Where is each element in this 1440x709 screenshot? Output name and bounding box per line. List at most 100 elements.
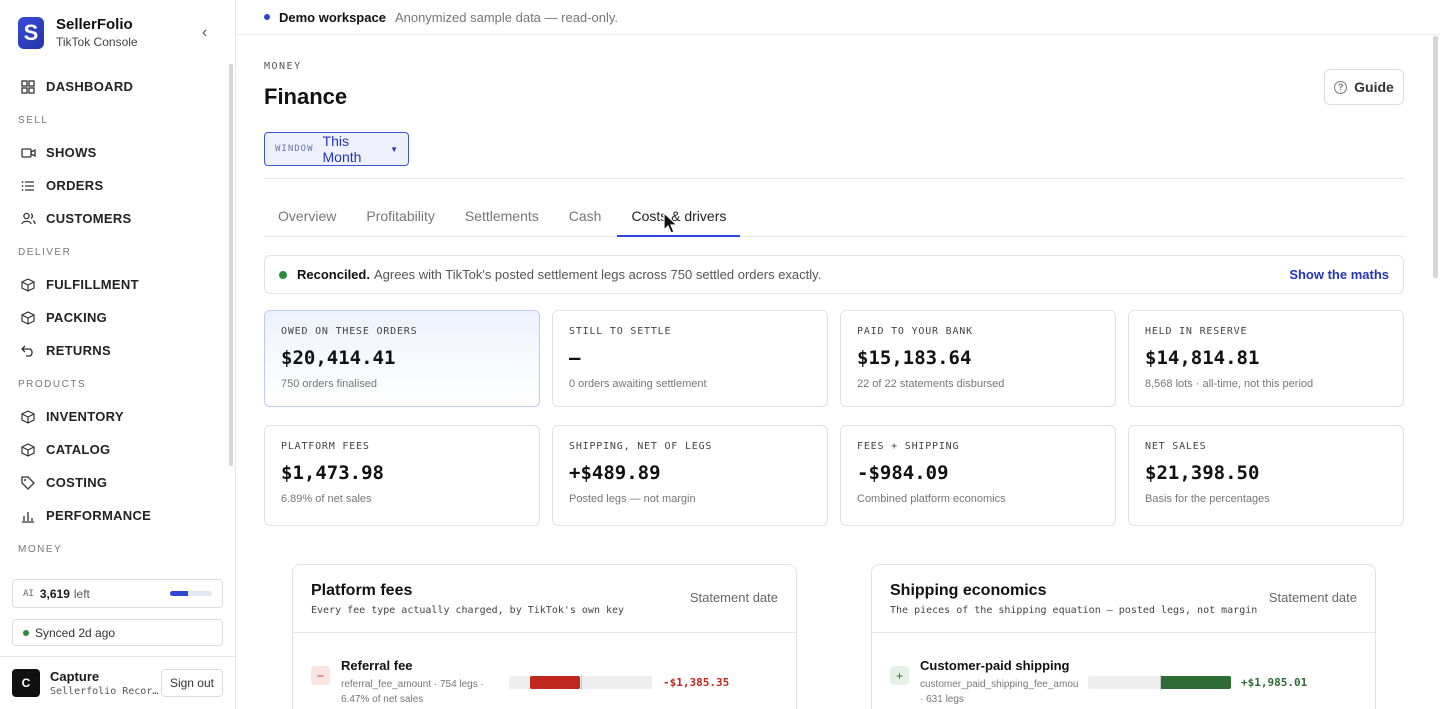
sidebar-item-packing[interactable]: PACKING <box>0 301 228 334</box>
kpi-card-still-to-settle[interactable]: STILL TO SETTLE — 0 orders awaiting sett… <box>552 310 828 407</box>
status-dot <box>23 629 29 636</box>
kpi-label: SHIPPING, NET OF LEGS <box>569 441 713 452</box>
ai-credits-bar <box>170 591 212 596</box>
nav-section-deliver: DELIVER <box>18 247 72 258</box>
sidebar-item-label: CUSTOMERS <box>46 211 132 226</box>
kpi-value: +$489.89 <box>569 462 661 484</box>
demo-title: Demo workspace <box>279 9 386 25</box>
main-scrollbar[interactable] <box>1433 36 1438 278</box>
collapse-sidebar-icon[interactable]: ‹ <box>202 24 207 42</box>
box-icon <box>20 409 36 425</box>
tab-settlements[interactable]: Settlements <box>451 199 553 237</box>
ai-credits-fill <box>170 591 188 596</box>
users-icon <box>20 211 36 227</box>
platform-fees-card: Platform fees Every fee type actually ch… <box>292 564 797 709</box>
brand[interactable]: S SellerFolio TikTok Console <box>18 16 138 49</box>
minus-icon: − <box>311 666 330 685</box>
tab-cash[interactable]: Cash <box>555 199 616 237</box>
ai-credits-suffix: left <box>73 586 90 601</box>
sidebar-item-shows[interactable]: SHOWS <box>0 136 228 169</box>
tag-icon <box>20 475 36 491</box>
row-value: -$1,385.35 <box>663 676 730 689</box>
kpi-sub: 8,568 lots · all-time, not this period <box>1145 378 1314 390</box>
window-value: This Month <box>322 133 362 165</box>
kpi-sub: 22 of 22 statements disbursed <box>857 378 1005 390</box>
bar-chart-icon <box>20 508 36 524</box>
row-subtitle: referral_fee_amount · 754 legs · 6.47% o… <box>341 679 484 705</box>
tab-overview[interactable]: Overview <box>264 199 350 237</box>
sync-status[interactable]: Synced 2d ago <box>12 619 223 646</box>
card-subtitle: The pieces of the shipping equation — po… <box>890 605 1258 616</box>
sync-status-text: Synced 2d ago <box>35 625 116 640</box>
kpi-value: $14,814.81 <box>1145 347 1260 369</box>
user-panel: C Capture Sellerfolio Recor… Sign out <box>0 656 235 709</box>
help-icon: ? <box>1334 80 1348 94</box>
sidebar-item-label: ORDERS <box>46 178 104 193</box>
kpi-value: $1,473.98 <box>281 462 384 484</box>
reconciled-label: Reconciled. <box>297 267 370 282</box>
plus-icon: + <box>890 666 909 685</box>
show-maths-link[interactable]: Show the maths <box>1289 267 1389 282</box>
sidebar-item-label: CATALOG <box>46 442 111 457</box>
kpi-label: PLATFORM FEES <box>281 441 370 452</box>
sidebar-item-label: INVENTORY <box>46 409 124 424</box>
kpi-card-fees-shipping[interactable]: FEES + SHIPPING -$984.09 Combined platfo… <box>840 425 1116 526</box>
sidebar: S SellerFolio TikTok Console ‹ DASHBOARD… <box>0 0 236 709</box>
avatar[interactable]: C <box>12 669 40 697</box>
fee-row[interactable]: − Referral fee referral_fee_amount · 754… <box>293 633 796 709</box>
demo-banner: Demo workspace Anonymized sample data — … <box>236 0 1440 35</box>
statement-date-filter[interactable]: Statement date <box>1269 590 1357 605</box>
brand-name: SellerFolio <box>56 16 133 33</box>
sidebar-item-returns[interactable]: RETURNS <box>0 334 228 367</box>
sidebar-scrollbar[interactable] <box>229 64 233 466</box>
sidebar-nav: DASHBOARD SELL SHOWS ORDERS CUSTOMERS DE… <box>0 70 228 565</box>
shipping-bar-fill <box>1160 676 1231 689</box>
guide-button[interactable]: ? Guide <box>1324 69 1404 105</box>
card-subtitle: Every fee type actually charged, by TikT… <box>311 605 625 616</box>
row-value: +$1,985.01 <box>1241 676 1308 689</box>
kpi-label: PAID TO YOUR BANK <box>857 326 973 337</box>
kpi-card-paid-to-bank[interactable]: PAID TO YOUR BANK $15,183.64 22 of 22 st… <box>840 310 1116 407</box>
sidebar-item-orders[interactable]: ORDERS <box>0 169 228 202</box>
shipping-row[interactable]: + Customer-paid shipping customer_paid_s… <box>872 633 1375 709</box>
sign-out-button[interactable]: Sign out <box>160 669 223 697</box>
kpi-card-owed[interactable]: OWED ON THESE ORDERS $20,414.41 750 orde… <box>264 310 540 407</box>
kpi-value: $20,414.41 <box>281 347 396 369</box>
sidebar-item-label: DASHBOARD <box>46 79 134 94</box>
nav-section-sell: SELL <box>18 115 49 126</box>
box-icon <box>20 442 36 458</box>
kpi-card-net-sales[interactable]: NET SALES $21,398.50 Basis for the perce… <box>1128 425 1404 526</box>
bar-zero-line <box>1159 675 1161 690</box>
kpi-sub: Posted legs — not margin <box>569 493 696 505</box>
kpi-sub: 0 orders awaiting settlement <box>569 378 707 390</box>
sidebar-item-label: PACKING <box>46 310 108 325</box>
sidebar-item-label: RETURNS <box>46 343 111 358</box>
sidebar-item-catalog[interactable]: CATALOG <box>0 433 228 466</box>
kpi-card-platform-fees[interactable]: PLATFORM FEES $1,473.98 6.89% of net sal… <box>264 425 540 526</box>
ai-credits[interactable]: AI 3,619 left <box>12 579 223 608</box>
sidebar-item-costing[interactable]: COSTING <box>0 466 228 499</box>
sidebar-item-dashboard[interactable]: DASHBOARD <box>0 70 228 103</box>
kpi-value: $21,398.50 <box>1145 462 1260 484</box>
grid-icon <box>20 79 36 95</box>
nav-section-products: PRODUCTS <box>18 379 87 390</box>
kpi-label: STILL TO SETTLE <box>569 326 672 337</box>
sidebar-item-performance[interactable]: PERFORMANCE <box>0 499 228 532</box>
brand-subtitle: TikTok Console <box>56 35 138 49</box>
sidebar-item-label: PERFORMANCE <box>46 508 152 523</box>
demo-subtitle: Anonymized sample data — read-only. <box>394 9 618 25</box>
statement-date-filter[interactable]: Statement date <box>690 590 778 605</box>
guide-label: Guide <box>1354 79 1394 95</box>
kpi-sub: 750 orders finalised <box>281 378 378 390</box>
row-title: Referral fee <box>341 658 413 673</box>
kpi-card-shipping-net[interactable]: SHIPPING, NET OF LEGS +$489.89 Posted le… <box>552 425 828 526</box>
sidebar-item-inventory[interactable]: INVENTORY <box>0 400 228 433</box>
reconciled-text: Agrees with TikTok's posted settlement l… <box>373 267 822 282</box>
list-icon <box>20 178 36 194</box>
kpi-card-held-in-reserve[interactable]: HELD IN RESERVE $14,814.81 8,568 lots · … <box>1128 310 1404 407</box>
tab-profitability[interactable]: Profitability <box>352 199 448 237</box>
sidebar-item-customers[interactable]: CUSTOMERS <box>0 202 228 235</box>
sidebar-item-fulfillment[interactable]: FULFILLMENT <box>0 268 228 301</box>
user-name: Capture <box>50 669 100 684</box>
window-select[interactable]: WINDOW This Month ▼ <box>264 132 409 166</box>
